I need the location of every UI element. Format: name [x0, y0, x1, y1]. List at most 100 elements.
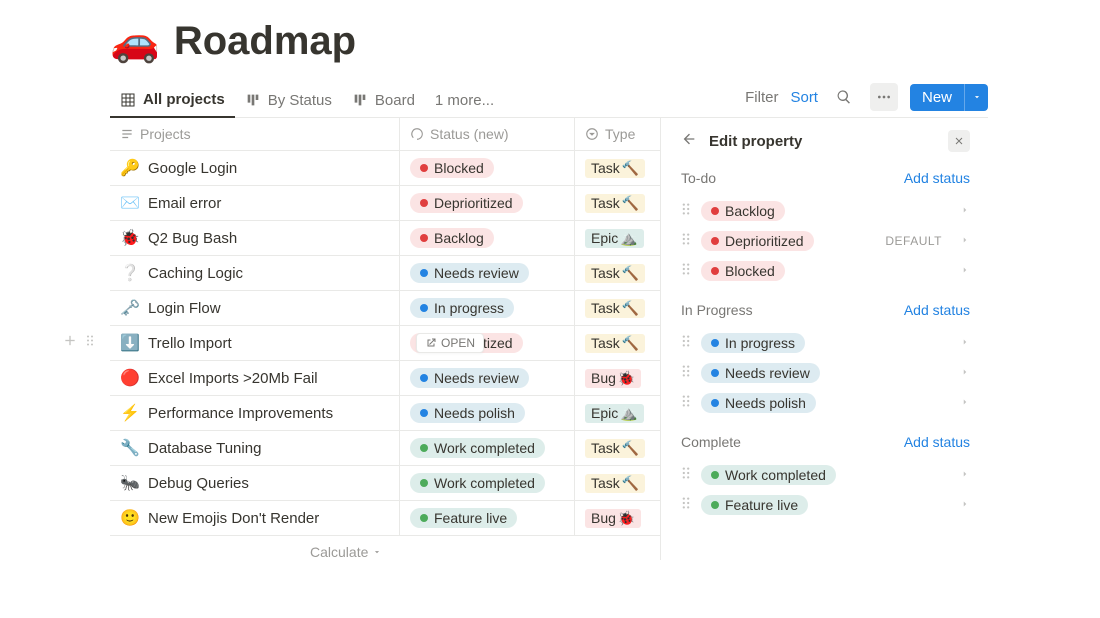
table-row[interactable]: ⬇️Trello ImportOPENDeprioritizedTask🔨	[110, 326, 660, 361]
table-row[interactable]: 🙂New Emojis Don't RenderFeature liveBug🐞	[110, 501, 660, 536]
status-option[interactable]: DeprioritizedDEFAULT	[681, 226, 970, 256]
view-tab-all-projects[interactable]: All projects	[110, 85, 235, 118]
column-header-type[interactable]: Type	[575, 118, 660, 150]
row-emoji: ⚡	[120, 403, 140, 423]
chevron-right-icon	[960, 496, 970, 514]
column-header-projects[interactable]: Projects	[110, 118, 400, 150]
cell-status[interactable]: Feature live	[400, 501, 575, 535]
column-header-status[interactable]: Status (new)	[400, 118, 575, 150]
type-badge: Epic⛰️	[585, 404, 644, 423]
cell-project[interactable]: 🗝️Login Flow	[110, 291, 400, 325]
row-emoji: ⬇️	[120, 333, 140, 353]
status-option[interactable]: Blocked	[681, 256, 970, 286]
type-emoji: 🔨	[622, 160, 639, 177]
status-option[interactable]: Feature live	[681, 490, 970, 520]
table-row[interactable]: 🔧Database TuningWork completedTask🔨	[110, 431, 660, 466]
table-row[interactable]: 🗝️Login FlowIn progressTask🔨	[110, 291, 660, 326]
row-name: Caching Logic	[148, 265, 243, 282]
cell-project[interactable]: 🐞Q2 Bug Bash	[110, 221, 400, 255]
cell-project[interactable]: ✉️Email error	[110, 186, 400, 220]
drag-handle-icon[interactable]	[82, 333, 98, 354]
drag-handle-icon[interactable]	[681, 364, 691, 383]
page-title[interactable]: Roadmap	[174, 19, 356, 64]
table-row[interactable]: 🔴Excel Imports >20Mb FailNeeds reviewBug…	[110, 361, 660, 396]
cell-project[interactable]: 🔴Excel Imports >20Mb Fail	[110, 361, 400, 395]
view-tab-board[interactable]: Board	[342, 85, 425, 117]
drag-handle-icon[interactable]	[681, 466, 691, 485]
status-option[interactable]: Work completed	[681, 460, 970, 490]
cell-type[interactable]: Bug🐞	[575, 501, 660, 535]
drag-handle-icon[interactable]	[681, 394, 691, 413]
cell-type[interactable]: Epic⛰️	[575, 396, 660, 430]
status-option[interactable]: Needs polish	[681, 388, 970, 418]
back-icon[interactable]	[681, 131, 697, 152]
row-emoji: 🔴	[120, 368, 140, 388]
drag-handle-icon[interactable]	[681, 232, 691, 251]
cell-status[interactable]: Backlog	[400, 221, 575, 255]
cell-project[interactable]: ⬇️Trello ImportOPEN	[110, 326, 400, 360]
cell-status[interactable]: Work completed	[400, 431, 575, 465]
drag-handle-icon[interactable]	[681, 262, 691, 281]
new-button[interactable]: New	[910, 84, 964, 111]
add-status-button[interactable]: Add status	[904, 302, 970, 318]
drag-handle-icon[interactable]	[681, 334, 691, 353]
chevron-right-icon	[960, 334, 970, 352]
drag-handle-icon[interactable]	[681, 202, 691, 221]
cell-status[interactable]: In progress	[400, 291, 575, 325]
sort-button[interactable]: Sort	[790, 89, 818, 106]
status-option[interactable]: In progress	[681, 328, 970, 358]
cell-project[interactable]: 🐜Debug Queries	[110, 466, 400, 500]
search-icon[interactable]	[830, 83, 858, 111]
add-row-icon[interactable]	[62, 333, 78, 354]
table-row[interactable]: 🐞Q2 Bug BashBacklogEpic⛰️	[110, 221, 660, 256]
add-status-button[interactable]: Add status	[904, 434, 970, 450]
status-group: In ProgressAdd statusIn progressNeeds re…	[681, 302, 970, 418]
cell-project[interactable]: 🔑Google Login	[110, 151, 400, 185]
table-row[interactable]: 🔑Google LoginBlockedTask🔨	[110, 151, 660, 186]
close-icon[interactable]	[948, 130, 970, 152]
status-badge: Work completed	[410, 473, 545, 493]
page-emoji[interactable]: 🚗	[110, 18, 160, 65]
status-option[interactable]: Needs review	[681, 358, 970, 388]
view-tab-by-status[interactable]: By Status	[235, 85, 342, 117]
side-panel-title: Edit property	[709, 133, 936, 150]
table-row[interactable]: ⚡Performance ImprovementsNeeds polish Epi…	[110, 396, 660, 431]
cell-status[interactable]: Blocked	[400, 151, 575, 185]
cell-type[interactable]: Task🔨	[575, 466, 660, 500]
cell-project[interactable]: 🙂New Emojis Don't Render	[110, 501, 400, 535]
table-row[interactable]: ✉️Email errorDeprioritized Task🔨	[110, 186, 660, 221]
cell-status[interactable]: Needs polish	[400, 396, 575, 430]
cell-project[interactable]: ❔Caching Logic	[110, 256, 400, 290]
cell-status[interactable]: Deprioritized	[400, 186, 575, 220]
cell-project[interactable]: 🔧Database Tuning	[110, 431, 400, 465]
cell-status[interactable]: Needs review	[400, 256, 575, 290]
cell-type[interactable]: Task🔨	[575, 291, 660, 325]
table-row[interactable]: ❔Caching LogicNeeds reviewTask🔨	[110, 256, 660, 291]
cell-type[interactable]: Task🔨	[575, 151, 660, 185]
cell-type[interactable]: Bug🐞	[575, 361, 660, 395]
status-group-title: Complete	[681, 434, 741, 450]
add-status-button[interactable]: Add status	[904, 170, 970, 186]
row-name: Database Tuning	[148, 440, 261, 457]
type-emoji: 🔨	[622, 440, 639, 457]
status-pill: Needs polish	[701, 393, 816, 413]
drag-handle-icon[interactable]	[681, 496, 691, 515]
views-more[interactable]: 1 more...	[425, 86, 504, 117]
chevron-right-icon	[960, 466, 970, 484]
status-option[interactable]: Backlog	[681, 196, 970, 226]
more-icon[interactable]	[870, 83, 898, 111]
type-badge: Task🔨	[585, 194, 645, 213]
open-button[interactable]: OPEN	[416, 333, 484, 353]
cell-type[interactable]: Epic⛰️	[575, 221, 660, 255]
cell-project[interactable]: ⚡Performance Improvements	[110, 396, 400, 430]
calculate-button[interactable]: Calculate	[110, 536, 660, 560]
table-row[interactable]: 🐜Debug Queries Work completed Task🔨	[110, 466, 660, 501]
cell-type[interactable]: Task🔨	[575, 256, 660, 290]
filter-button[interactable]: Filter	[745, 89, 778, 106]
new-button-caret[interactable]	[964, 84, 988, 111]
cell-type[interactable]: Task🔨	[575, 326, 660, 360]
cell-type[interactable]: Task🔨	[575, 186, 660, 220]
cell-status[interactable]: Work completed	[400, 466, 575, 500]
cell-status[interactable]: Needs review	[400, 361, 575, 395]
cell-type[interactable]: Task🔨	[575, 431, 660, 465]
